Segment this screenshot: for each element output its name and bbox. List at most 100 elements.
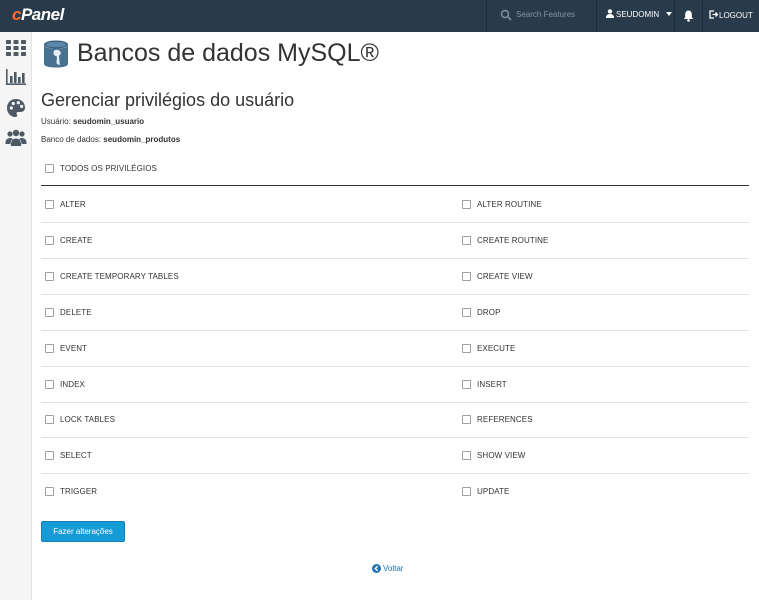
user-menu[interactable]: SEUDOMIN	[606, 9, 673, 23]
privilege-option[interactable]: INSERT	[462, 367, 507, 402]
privilege-option[interactable]: ALTER ROUTINE	[462, 187, 542, 222]
privilege-option[interactable]: SELECT	[45, 438, 92, 473]
user-icon	[606, 9, 614, 18]
database-icon	[44, 40, 68, 68]
privilege-row: DELETE DROP	[41, 295, 749, 331]
privilege-option[interactable]: DROP	[462, 295, 501, 330]
privilege-checkbox[interactable]	[45, 451, 54, 460]
privilege-option[interactable]: CREATE	[45, 223, 92, 258]
privilege-label: INDEX	[60, 380, 85, 389]
privilege-option[interactable]: EXECUTE	[462, 331, 516, 366]
users-icon[interactable]	[5, 127, 27, 149]
circle-arrow-left-icon	[372, 564, 381, 573]
divider	[596, 0, 597, 32]
privilege-option[interactable]: REFERENCES	[462, 402, 533, 437]
privilege-checkbox[interactable]	[462, 380, 471, 389]
bell-icon[interactable]	[683, 10, 694, 22]
privilege-label: ALTER ROUTINE	[477, 200, 542, 209]
privilege-option[interactable]: ALTER	[45, 187, 86, 222]
privilege-checkbox[interactable]	[45, 200, 54, 209]
left-sidebar	[0, 32, 32, 600]
privilege-row: EVENT EXECUTE	[41, 331, 749, 367]
privilege-label: UPDATE	[477, 487, 510, 496]
all-privileges-row[interactable]: TODOS OS PRIVILÉGIOS	[41, 159, 749, 177]
back-label: Voltar	[383, 564, 404, 573]
make-changes-button[interactable]: Fazer alterações	[41, 521, 125, 542]
privilege-row: SELECT SHOW VIEW	[41, 438, 749, 474]
privilege-checkbox[interactable]	[45, 236, 54, 245]
palette-icon[interactable]	[5, 97, 27, 119]
privilege-label: DELETE	[60, 308, 92, 317]
privilege-label: REFERENCES	[477, 415, 533, 424]
privilege-checkbox[interactable]	[45, 487, 54, 496]
all-privileges-option[interactable]: TODOS OS PRIVILÉGIOS	[45, 159, 157, 177]
cpanel-logo[interactable]: cPanel	[12, 5, 64, 25]
privilege-checkbox[interactable]	[462, 308, 471, 317]
divider	[674, 0, 675, 32]
top-navbar: cPanel Search Features SEUDOMIN LOGOUT	[0, 0, 759, 32]
database-value: seudomin_produtos	[103, 135, 181, 144]
search-icon	[500, 9, 512, 21]
logo-c: c	[12, 5, 21, 24]
privilege-option[interactable]: CREATE ROUTINE	[462, 223, 548, 258]
privilege-checkbox[interactable]	[462, 236, 471, 245]
stats-icon[interactable]	[5, 66, 27, 88]
privilege-option[interactable]: DELETE	[45, 295, 92, 330]
privilege-option[interactable]: INDEX	[45, 367, 85, 402]
privilege-row: TRIGGER UPDATE	[41, 474, 749, 509]
privilege-label: EXECUTE	[477, 344, 516, 353]
search-input[interactable]: Search Features	[516, 10, 575, 19]
privilege-checkbox[interactable]	[462, 344, 471, 353]
privilege-label: ALTER	[60, 200, 86, 209]
grid-icon[interactable]	[5, 37, 27, 59]
chevron-down-icon	[666, 12, 673, 16]
privilege-label: LOCK TABLES	[60, 415, 116, 424]
privilege-label: CREATE TEMPORARY TABLES	[60, 272, 179, 281]
privilege-option[interactable]: CREATE VIEW	[462, 259, 533, 294]
section-heading: Gerenciar privilégios do usuário	[41, 90, 295, 110]
privilege-checkbox[interactable]	[462, 415, 471, 424]
privilege-checkbox[interactable]	[462, 451, 471, 460]
privilege-row: LOCK TABLES REFERENCES	[41, 402, 749, 438]
divider	[702, 0, 703, 32]
search-features[interactable]: Search Features	[496, 8, 586, 24]
privilege-label: SHOW VIEW	[477, 451, 526, 460]
user-label: Usuário:	[41, 117, 71, 126]
privilege-checkbox[interactable]	[45, 272, 54, 281]
logout-icon	[709, 10, 718, 19]
privilege-checkbox[interactable]	[45, 308, 54, 317]
privilege-checkbox[interactable]	[462, 487, 471, 496]
username-label: SEUDOMIN	[616, 10, 660, 19]
privilege-row: CREATE CREATE ROUTINE	[41, 223, 749, 259]
privilege-label: SELECT	[60, 451, 92, 460]
privilege-row: INDEX INSERT	[41, 367, 749, 403]
privilege-checkbox[interactable]	[45, 380, 54, 389]
database-info: Banco de dados: seudomin_produtos	[41, 134, 180, 145]
privilege-option[interactable]: UPDATE	[462, 474, 509, 509]
privilege-option[interactable]: LOCK TABLES	[45, 402, 115, 437]
logout-link[interactable]: LOGOUT	[709, 10, 753, 20]
logout-label: LOGOUT	[719, 11, 753, 20]
privilege-checkbox[interactable]	[45, 415, 54, 424]
privilege-checkbox[interactable]	[462, 200, 471, 209]
page-title: Bancos de dados MySQL®	[77, 39, 379, 67]
divider	[486, 0, 487, 32]
privilege-option[interactable]: EVENT	[45, 331, 87, 366]
privilege-label: INSERT	[477, 380, 507, 389]
back-link[interactable]: Voltar	[372, 564, 403, 573]
privilege-label: DROP	[477, 308, 501, 317]
privilege-label: EVENT	[60, 344, 88, 353]
privilege-checkbox[interactable]	[45, 344, 54, 353]
privilege-label: CREATE VIEW	[477, 272, 533, 281]
user-value: seudomin_usuario	[73, 117, 145, 126]
privilege-option[interactable]: CREATE TEMPORARY TABLES	[45, 259, 179, 294]
privilege-label: CREATE ROUTINE	[477, 236, 549, 245]
divider-line	[41, 185, 749, 186]
all-privileges-label: TODOS OS PRIVILÉGIOS	[60, 163, 157, 173]
user-info: Usuário: seudomin_usuario	[41, 116, 144, 127]
all-privileges-checkbox[interactable]	[45, 163, 54, 173]
privilege-checkbox[interactable]	[462, 272, 471, 281]
privilege-label: TRIGGER	[60, 487, 98, 496]
privilege-option[interactable]: SHOW VIEW	[462, 438, 525, 473]
privilege-option[interactable]: TRIGGER	[45, 474, 97, 509]
